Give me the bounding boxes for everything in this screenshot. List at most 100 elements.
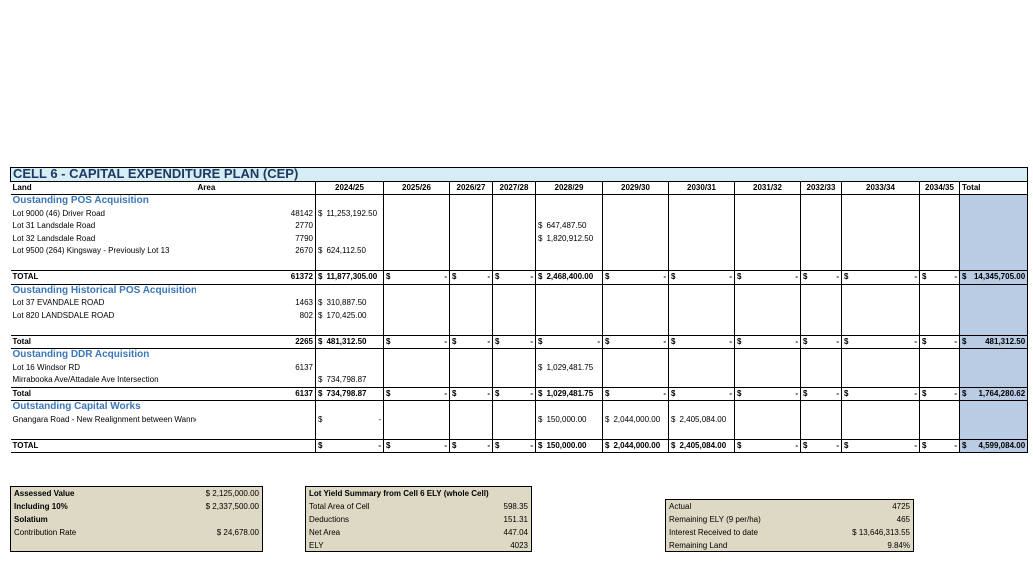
spacer [734,322,801,335]
empty-cell [800,284,842,297]
row-cell [800,309,842,322]
header-area: Area [195,180,316,195]
box-value: 4023 [510,541,528,550]
total-cell-2: $ - [449,386,493,401]
spacer [602,257,669,271]
total-cell-6-dash: - [729,336,732,346]
total-cell-5-dash: - [663,388,666,398]
box-value: $ 2,337,500.00 [205,502,259,511]
total-cell [959,245,1029,258]
row-cell [449,297,493,310]
spacer [195,322,316,335]
assessed-value-box: Assessed Value $ 2,125,000.00 Including 10… [10,486,263,552]
header-year: 2028/29 [535,180,603,195]
total-area: 6137 [195,386,316,401]
total-value: 2,405,084.00 [679,440,727,450]
table-title: CELL 6 - CAPITAL EXPENDITURE PLAN (CEP) [9,167,1029,182]
total-dollar: $ [538,272,543,282]
empty-cell [492,400,536,414]
total-cell-1-dollar: $ [386,388,391,398]
row-cell [602,245,669,258]
total-label: TOTAL [10,438,196,453]
total-cell-1: $ - [383,438,450,453]
row-cell-value: 734,798.87 [326,375,367,385]
total-cell-3-dash: - [530,272,533,282]
total-cell-7-dash: - [795,388,798,398]
total-area [195,438,316,453]
total-cell-9: $ - [841,386,920,401]
row-land: Lot 16 Windsor RD [12,362,81,372]
row-cell-value: 2,405,084.00 [679,414,727,424]
total-cell [959,257,1029,271]
total-cell-3: $ - [492,438,536,453]
spacer [449,426,493,439]
row-cell [841,309,920,322]
box-value: 9.84% [887,541,910,550]
empty-cell [315,400,384,414]
row-cell-value: 647,487.50 [546,221,587,231]
row-land: Gnangara Road - New Realignment between … [12,414,196,424]
total-cell-3-dollar: $ [495,388,500,398]
spacer [919,322,960,335]
spacer [315,257,384,271]
row-cell [383,297,450,310]
empty-cell [602,194,669,208]
total-dollar: $ [671,440,676,450]
total-cell-9-dollar: $ [844,440,849,450]
total-cell-2: $ - [449,438,493,453]
total-cell-8-dash: - [836,272,839,282]
row-cell-value: 1,820,912.50 [546,233,594,243]
total-cell [959,194,1029,208]
empty-cell [383,194,450,208]
row-cell: $170,425.00 [315,309,384,322]
total-cell-9-dash: - [914,336,917,346]
row-cell [668,361,735,374]
row-cell [734,361,801,374]
empty-cell [383,400,450,414]
row-cell-dollar: $ [318,298,323,308]
total-cell-8-dash: - [836,388,839,398]
row-cell [602,220,669,233]
spacer [11,322,196,335]
total-cell-5-dash: - [663,336,666,346]
row-cell-dollar: $ [605,414,610,424]
row-cell [602,309,669,322]
total-cell-9-dollar: $ [844,272,849,282]
row-cell-dollar: $ [318,246,323,256]
total-cell-4: $ - [535,334,603,349]
spacer [535,257,603,271]
row-cell-dollar: $ [318,310,323,320]
total-cell-0: $481,312.50 [315,334,384,349]
section-title: Oustanding Historical POS Acquisition [12,284,196,296]
empty-cell [449,348,493,362]
total-cell-7-dollar: $ [737,336,742,346]
total-cell [959,413,1029,426]
row-cell [734,309,801,322]
empty-cell [734,284,801,297]
box-value: $ 2,125,000.00 [205,489,259,498]
grand-value: 1,764,280.62 [978,388,1026,398]
row-cell [919,245,960,258]
total-cell-7-dollar: $ [737,272,742,282]
total-cell-5: $ - [602,334,669,349]
total-cell-0: $ - [315,438,384,453]
row-cell [919,207,960,220]
row-area: 2770 [195,220,316,233]
row-cell [841,245,920,258]
row-cell: $11,253,192.50 [315,207,384,220]
total-area: 61372 [195,270,316,285]
row-cell: $2,405,084.00 [668,413,735,426]
total-cell-4-dash: - [597,336,600,346]
row-cell [449,361,493,374]
total-dollar: $ [538,440,543,450]
total-value: 11,877,305.00 [326,272,378,282]
row-cell [919,297,960,310]
row-area: 802 [195,309,316,322]
row-cell-value: 170,425.00 [326,310,367,320]
total-cell [959,297,1029,310]
grand-dollar: $ [962,388,967,398]
header-year: 2031/32 [734,180,801,195]
total-cell-3-dash: - [530,336,533,346]
header-year: 2029/30 [602,180,669,195]
total-cell-9-dash: - [914,388,917,398]
